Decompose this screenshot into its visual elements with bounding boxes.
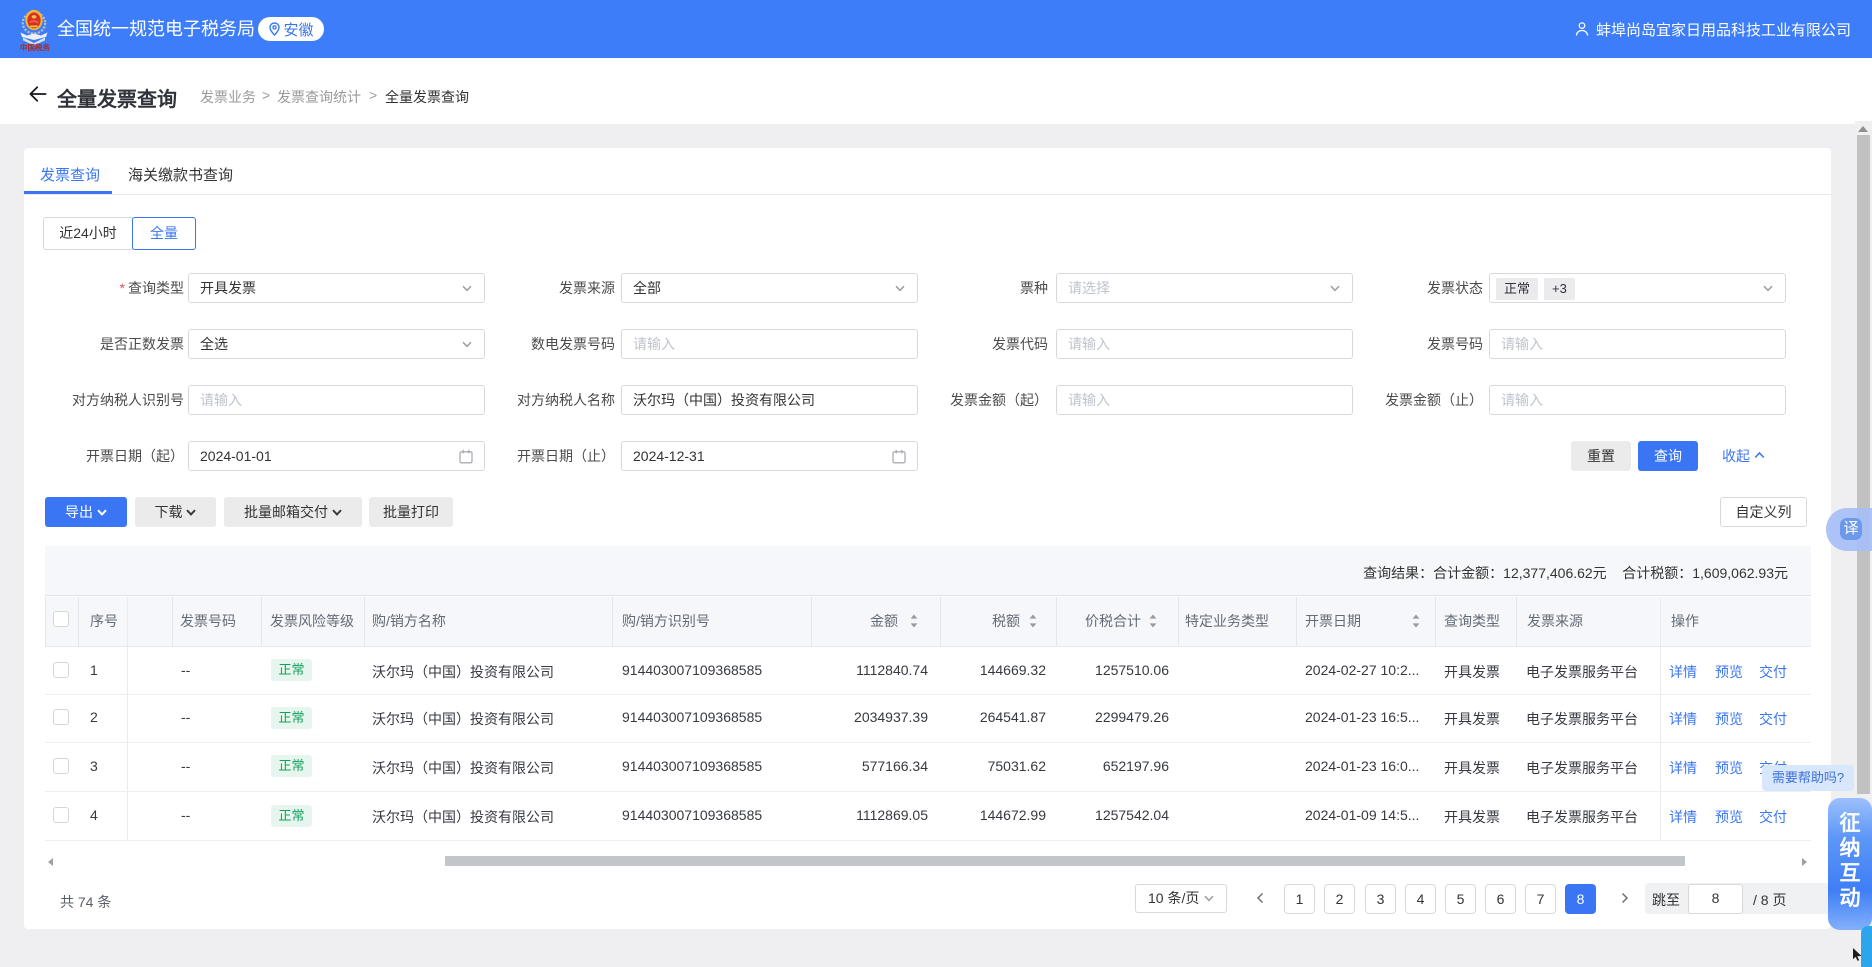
svg-text:中国税务: 中国税务 (20, 43, 51, 51)
